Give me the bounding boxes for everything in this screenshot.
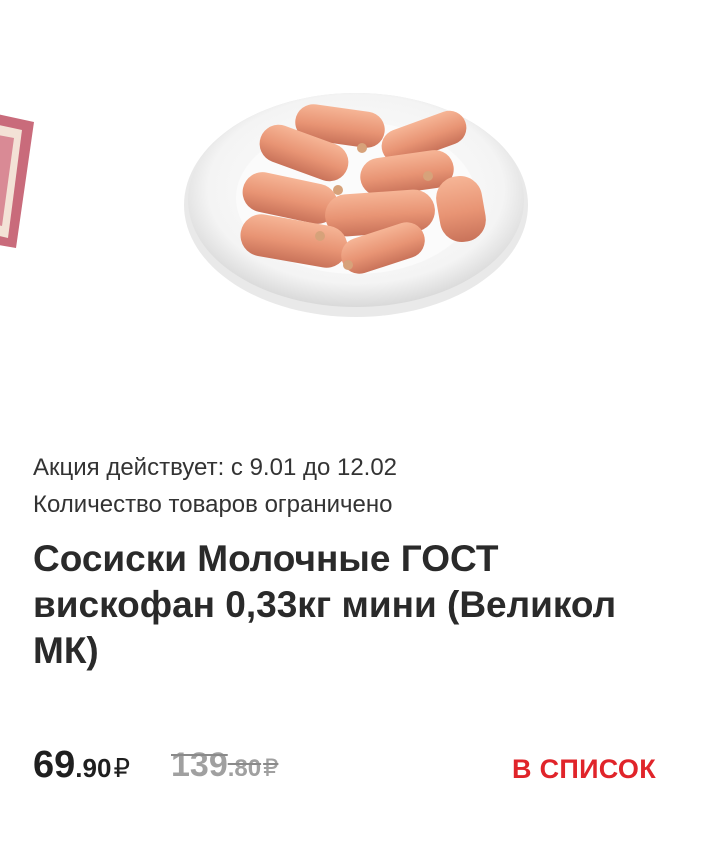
old-price-integer: 139 xyxy=(171,746,228,784)
promo-period-text: Акция действует: с 9.01 до 12.02 xyxy=(33,454,398,481)
promo-info: Акция действует: с 9.01 до 12.02 Количес… xyxy=(33,449,673,523)
price-row: 69.90₽ 139.80₽ В СПИСОК xyxy=(33,744,673,794)
product-title: Сосиски Молочные ГОСТ вискофан 0,33кг ми… xyxy=(33,538,617,671)
previous-product-image-sliver[interactable] xyxy=(0,100,36,250)
current-price-fraction: .90 xyxy=(75,753,112,783)
old-price-fraction: .80 xyxy=(227,755,262,782)
limited-quantity-note: Количество товаров ограничено xyxy=(33,491,393,518)
old-price: 139.80₽ xyxy=(171,746,278,785)
current-price: 69.90₽ xyxy=(33,744,130,787)
ruble-icon: ₽ xyxy=(263,755,279,782)
product-image-area[interactable] xyxy=(0,0,706,420)
current-price-integer: 69 xyxy=(33,744,76,786)
product-card: Акция действует: с 9.01 до 12.02 Количес… xyxy=(0,0,706,845)
sausages-on-plate-image xyxy=(184,93,528,317)
add-to-list-button[interactable]: В СПИСОК xyxy=(512,754,656,785)
ruble-icon: ₽ xyxy=(113,753,130,783)
